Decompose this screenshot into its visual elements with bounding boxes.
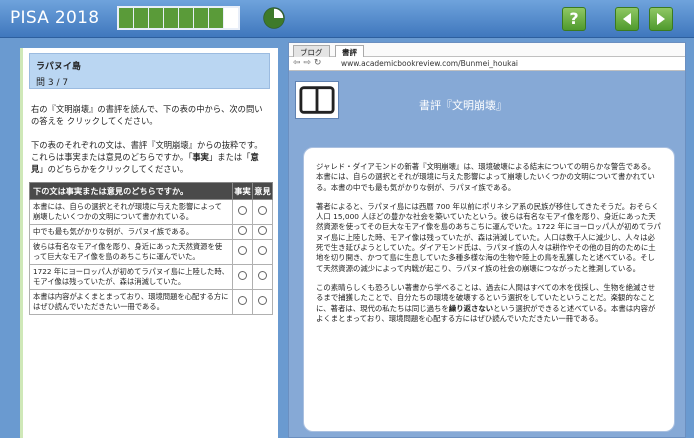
article-paragraph: この素晴らしくも恐ろしい著書から学べることは、過去に人間はすべての木を伐採し、生… — [316, 283, 662, 324]
help-icon: ? — [569, 9, 579, 28]
url-field: www.academicbookreview.com/Bunmei_houkai — [341, 59, 519, 68]
opinion-radio-cell — [252, 264, 273, 290]
book-icon — [295, 81, 339, 119]
tab-review[interactable]: 書評 — [335, 45, 364, 57]
statement-column-header: 下の文は事実または意見のどちらですか。 — [29, 182, 233, 200]
forward-icon[interactable]: ⇨ — [303, 58, 311, 68]
instruction-segment: 」または「 — [208, 152, 251, 162]
back-arrow-icon — [623, 13, 631, 25]
instruction-text-2: 下の表のそれぞれの文は、書評『文明崩壊』からの抜粋です。これらは事実または意見の… — [23, 139, 278, 175]
table-row: 彼らは有名なモアイ像を彫り、身近にあった天然資源を使って巨大なモアイ像を島のあち… — [29, 239, 273, 265]
opinion-radio[interactable] — [258, 271, 267, 280]
opinion-radio[interactable] — [258, 226, 267, 235]
forward-button[interactable] — [649, 7, 673, 31]
help-button[interactable]: ? — [562, 7, 586, 31]
progress-segment — [164, 8, 178, 28]
progress-segment — [179, 8, 193, 28]
progress-segment — [209, 8, 223, 28]
instruction-segment: 」のどちらかをクリックしてください。 — [39, 164, 189, 174]
article-paragraph: 著者によると、ラパヌイ島には西暦 700 年以前にポリネシア系の民族が移住してき… — [316, 201, 661, 273]
fact-radio[interactable] — [238, 296, 247, 305]
browser-nav-icons: ⇦ ⇨ ↻ — [293, 58, 321, 68]
article-paragraph: ジャレド・ダイアモンドの新著『文明崩壊』は、環境破壊による結末についての明らかな… — [316, 162, 656, 192]
unit-title: ラパヌイ島 — [36, 62, 81, 72]
browser-tab-bar: ブログ 書評 — [289, 43, 685, 57]
progress-bar — [117, 6, 240, 30]
table-row: 中でも最も気がかりな例が、ラパヌイ族である。 — [29, 224, 273, 240]
fact-radio[interactable] — [238, 206, 247, 215]
opinion-radio-cell — [252, 224, 273, 240]
review-article: ジャレド・ダイアモンドの新著『文明崩壊』は、環境破壊による結末についての明らかな… — [303, 147, 675, 432]
refresh-icon[interactable]: ↻ — [314, 58, 322, 68]
forward-arrow-icon — [657, 13, 665, 25]
fact-column-header: 事実 — [232, 182, 253, 200]
opinion-radio-cell — [252, 199, 273, 225]
article-emphasis: 繰り返さない — [448, 303, 494, 313]
table-row: 1722 年にヨーロッパ人が初めてラパヌイ島に上陸した時、モアイ像は残っていたが… — [29, 264, 273, 290]
fact-radio-cell — [232, 264, 253, 290]
brand-title: PISA 2018 — [10, 8, 100, 28]
tab-blog[interactable]: ブログ — [293, 45, 330, 57]
fact-radio[interactable] — [238, 226, 247, 235]
progress-segment — [119, 8, 133, 28]
fact-radio-cell — [232, 199, 253, 225]
table-header-row: 下の文は事実または意見のどちらですか。 事実 意見 — [29, 182, 273, 200]
progress-segment — [149, 8, 163, 28]
browser-address-bar: ⇦ ⇨ ↻ www.academicbookreview.com/Bunmei_… — [289, 57, 685, 71]
back-button[interactable] — [615, 7, 639, 31]
statement-cell: 中でも最も気がかりな例が、ラパヌイ族である。 — [29, 224, 233, 240]
statement-cell: 本書には、自らの選択とそれが環境に与えた影響によって崩壊したいくつかの文明につい… — [29, 199, 233, 225]
opinion-radio-cell — [252, 289, 273, 315]
fact-radio-cell — [232, 239, 253, 265]
question-number: 問 3 / 7 — [36, 78, 69, 88]
fact-radio[interactable] — [238, 246, 247, 255]
opinion-radio[interactable] — [258, 206, 267, 215]
opinion-radio[interactable] — [258, 246, 267, 255]
review-title: 書評『文明崩壊』 — [419, 99, 507, 112]
unit-header: ラパヌイ島 問 3 / 7 — [29, 53, 270, 89]
statement-cell: 彼らは有名なモアイ像を彫り、身近にあった天然資源を使って巨大なモアイ像を島のあち… — [29, 239, 233, 265]
progress-segment — [134, 8, 148, 28]
fact-radio-cell — [232, 224, 253, 240]
opinion-radio[interactable] — [258, 296, 267, 305]
progress-segment — [224, 8, 238, 28]
back-icon[interactable]: ⇦ — [293, 58, 301, 68]
instruction-text: 右の『文明崩壊』の書評を読んで、下の表の中から、次の問いの答えを クリックしてく… — [31, 104, 263, 126]
table-row: 本書には、自らの選択とそれが環境に与えた影響によって崩壊したいくつかの文明につい… — [29, 199, 273, 225]
progress-segment — [194, 8, 208, 28]
header-bar: PISA 2018 ? — [0, 0, 694, 38]
statement-cell: 本書は内容がよくまとまっており、環境問題を心配する方にはぜひ読んでいただきたい一… — [29, 289, 233, 315]
table-row: 本書は内容がよくまとまっており、環境問題を心配する方にはぜひ読んでいただきたい一… — [29, 289, 273, 315]
stimulus-panel: ブログ 書評 ⇦ ⇨ ↻ www.academicbookreview.com/… — [288, 42, 686, 438]
fact-radio[interactable] — [238, 271, 247, 280]
opinion-column-header: 意見 — [252, 182, 273, 200]
fact-keyword: 事実 — [192, 152, 209, 162]
statement-cell: 1722 年にヨーロッパ人が初めてラパヌイ島に上陸した時、モアイ像は残っていたが… — [29, 264, 233, 290]
opinion-radio-cell — [252, 239, 273, 265]
fact-opinion-table: 下の文は事実または意見のどちらですか。 事実 意見 本書には、自らの選択とそれが… — [29, 182, 273, 315]
question-panel: ラパヌイ島 問 3 / 7 右の『文明崩壊』の書評を読んで、下の表の中から、次の… — [20, 48, 278, 438]
fact-radio-cell — [232, 289, 253, 315]
timer-icon — [263, 7, 285, 29]
